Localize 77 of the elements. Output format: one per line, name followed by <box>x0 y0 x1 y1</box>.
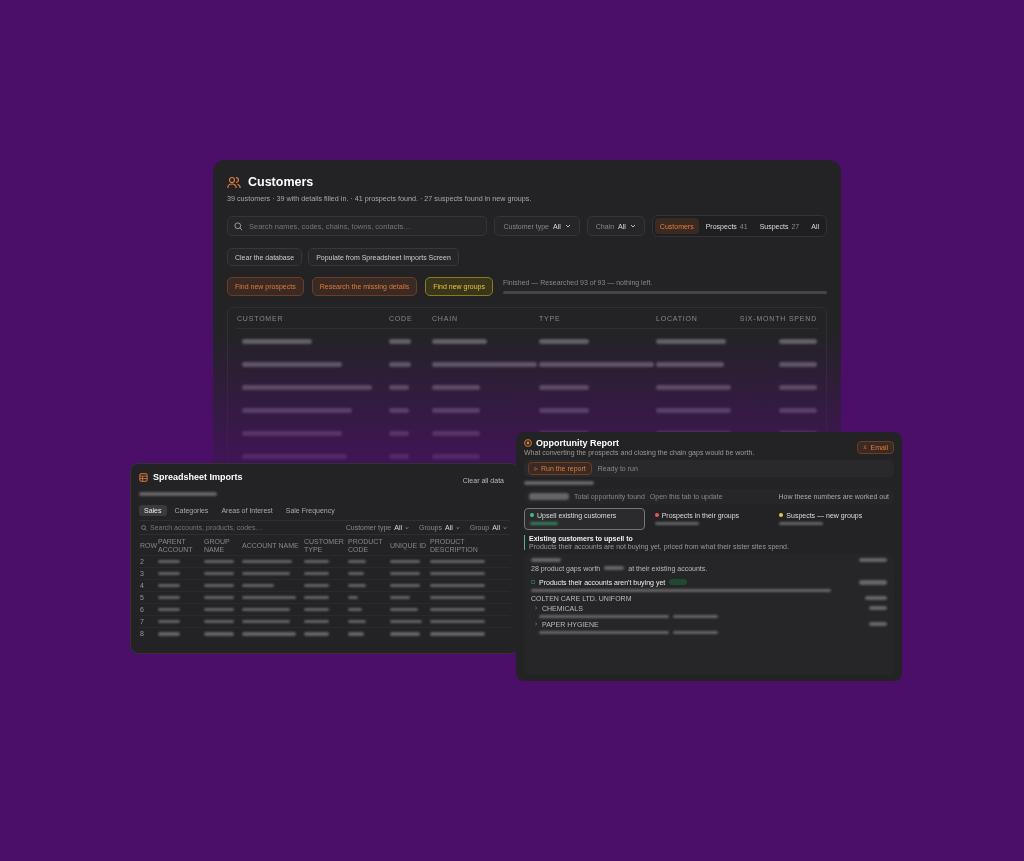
blurred-text <box>869 606 887 610</box>
blurred-text <box>242 559 292 564</box>
blurred-text <box>531 557 561 562</box>
blurred-text <box>390 583 420 588</box>
blurred-text <box>158 559 180 564</box>
blurred-text <box>654 521 699 525</box>
blurred-text <box>348 559 366 564</box>
blurred-text <box>390 619 422 624</box>
blurred-text <box>348 571 364 576</box>
blurred-text <box>859 557 887 562</box>
blurred-text <box>673 614 718 618</box>
play-icon <box>534 466 538 471</box>
blurred-text <box>348 632 364 636</box>
blurred-text <box>430 571 485 576</box>
blurred-text <box>304 595 329 600</box>
blurred-text <box>348 607 362 612</box>
blurred-text <box>304 559 329 564</box>
blurred-text <box>242 583 274 588</box>
blurred-text <box>430 559 485 564</box>
blurred-text <box>390 607 418 612</box>
blurred-text <box>430 595 485 600</box>
blurred-text <box>204 632 234 636</box>
blurred-text <box>242 607 290 612</box>
blurred-text <box>390 571 420 576</box>
target-icon <box>524 439 532 447</box>
window-title: Customers <box>248 175 314 189</box>
blurred-text <box>348 583 366 588</box>
blurred-text <box>304 571 329 576</box>
window-title: Spreadsheet Imports <box>153 472 243 482</box>
spreadsheet-icon <box>139 472 148 482</box>
blurred-text <box>779 521 824 525</box>
blurred-text <box>204 619 234 624</box>
chevron-down-icon <box>455 525 460 530</box>
blurred-text <box>242 632 296 636</box>
blurred-text <box>430 619 485 624</box>
blurred-text <box>304 632 329 636</box>
blurred-text <box>204 559 234 564</box>
blurred-text <box>530 521 558 525</box>
download-icon <box>863 445 868 449</box>
blurred-text <box>390 559 420 564</box>
blurred-text <box>524 481 594 485</box>
blurred-text <box>430 632 485 636</box>
blurred-text <box>204 571 234 576</box>
blurred-text <box>158 571 180 576</box>
blurred-text <box>158 607 180 612</box>
blurred-text <box>865 596 887 600</box>
blurred-text <box>430 607 485 612</box>
search-icon <box>234 222 243 231</box>
users-icon <box>227 175 241 189</box>
blurred-text <box>869 622 887 626</box>
blurred-text <box>242 619 290 624</box>
chevron-down-icon <box>629 223 636 229</box>
blurred-text <box>304 607 329 612</box>
blurred-text <box>158 632 180 636</box>
blurred-text <box>242 595 296 600</box>
blurred-text <box>304 583 329 588</box>
blurred-text <box>304 619 329 624</box>
blurred-text <box>390 632 420 636</box>
blurred-text <box>348 595 358 600</box>
tag-badge <box>669 579 688 585</box>
chevron-down-icon <box>564 223 571 229</box>
blurred-text <box>348 619 366 624</box>
blurred-text <box>604 566 625 570</box>
blurred-text <box>204 583 234 588</box>
blurred-text <box>529 492 569 500</box>
blurred-text <box>204 607 234 612</box>
blurred-text <box>204 595 234 600</box>
blurred-text <box>158 595 180 600</box>
blurred-text <box>859 579 887 585</box>
blurred-text <box>673 630 718 634</box>
blurred-text <box>390 595 410 600</box>
search-icon <box>141 525 147 531</box>
blurred-text <box>242 571 290 576</box>
blurred-text <box>158 583 180 588</box>
blurred-text <box>430 583 485 588</box>
blurred-text <box>158 619 180 624</box>
window-title: Opportunity Report <box>536 438 619 448</box>
